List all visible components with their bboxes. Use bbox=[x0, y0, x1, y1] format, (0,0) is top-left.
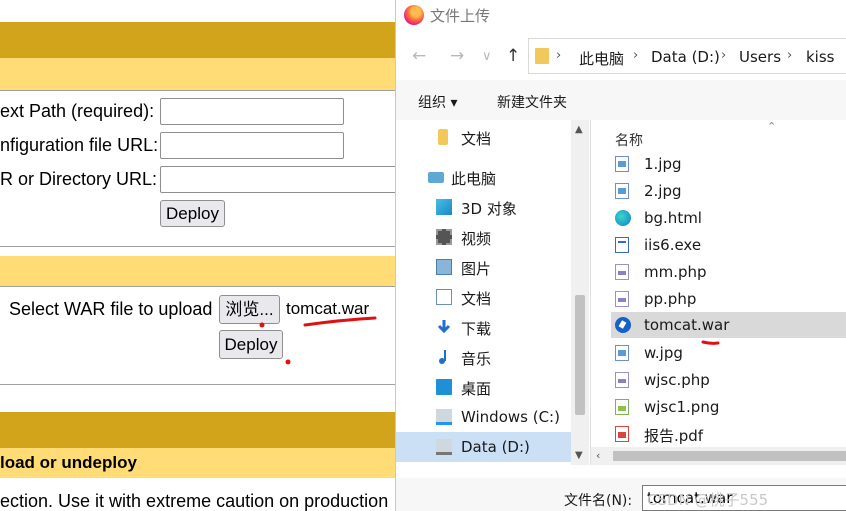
new-folder-button[interactable]: 新建文件夹 bbox=[497, 92, 567, 112]
drive-icon bbox=[436, 439, 452, 455]
nav-item-label: 下载 bbox=[461, 320, 492, 338]
nav-item-videos[interactable]: 视频 bbox=[396, 222, 571, 252]
nav-item-documents[interactable]: 文档 bbox=[396, 282, 571, 312]
folder-icon bbox=[438, 129, 448, 145]
dialog-title: 文件上传 bbox=[430, 7, 491, 25]
desktop-icon bbox=[436, 379, 452, 395]
filename-label: 文件名(N): bbox=[564, 493, 633, 509]
scroll-left-icon[interactable]: ‹ bbox=[596, 449, 600, 462]
breadcrumb-separator-icon: › bbox=[633, 48, 639, 63]
breadcrumb-this-pc[interactable]: 此电脑 bbox=[579, 48, 624, 69]
firefox-logo-icon bbox=[404, 5, 424, 25]
filename-input[interactable]: tomcat.war CSDN @桃子555 bbox=[642, 485, 846, 511]
scrollbar-thumb[interactable] bbox=[613, 451, 846, 461]
nav-item-label: 音乐 bbox=[461, 350, 492, 368]
nav-item-this-pc[interactable]: 此电脑 bbox=[396, 162, 571, 192]
breadcrumb-users[interactable]: Users bbox=[739, 48, 781, 66]
folder-icon bbox=[535, 48, 549, 64]
3d-objects-icon bbox=[436, 199, 452, 215]
nav-item-label: 3D 对象 bbox=[461, 200, 517, 218]
nav-item-downloads[interactable]: 下载 bbox=[396, 312, 571, 342]
nav-item-3d-objects[interactable]: 3D 对象 bbox=[396, 192, 571, 222]
nav-item-label: 桌面 bbox=[461, 380, 492, 398]
nav-item-data-d[interactable]: Data (D:) bbox=[396, 432, 571, 462]
organize-menu[interactable]: 组织 ▾ bbox=[418, 92, 457, 112]
watermark: CSDN @桃子555 bbox=[647, 491, 769, 509]
nav-item-label: 文档 bbox=[461, 130, 492, 148]
nav-item-music[interactable]: 音乐 bbox=[396, 342, 571, 372]
download-icon bbox=[437, 320, 451, 334]
drive-icon bbox=[436, 409, 452, 425]
breadcrumb-separator-icon: › bbox=[787, 48, 793, 63]
nav-item-label: Windows (C:) bbox=[461, 408, 560, 426]
nav-item-desktop[interactable]: 桌面 bbox=[396, 372, 571, 402]
breadcrumb-kiss[interactable]: kiss bbox=[806, 48, 834, 66]
command-bar: 组织 ▾ 新建文件夹 bbox=[396, 80, 846, 120]
navigation-bar: ← → ∨ ↑ › 此电脑 › Data (D:) › Users › kiss bbox=[396, 38, 846, 74]
back-arrow-icon[interactable]: ← bbox=[412, 46, 426, 66]
breadcrumb-data-d[interactable]: Data (D:) bbox=[651, 48, 720, 66]
scroll-up-icon[interactable]: ▲ bbox=[575, 124, 583, 135]
nav-item-windows-c[interactable]: Windows (C:) bbox=[396, 402, 571, 432]
music-icon bbox=[439, 350, 446, 364]
nav-item-pictures[interactable]: 图片 bbox=[396, 252, 571, 282]
address-bar[interactable]: › 此电脑 › Data (D:) › Users › kiss bbox=[528, 38, 846, 74]
scroll-down-icon[interactable]: ▼ bbox=[575, 450, 583, 461]
computer-icon bbox=[428, 172, 444, 183]
nav-item-label: Data (D:) bbox=[461, 438, 530, 456]
nav-pane-scrollbar[interactable]: ▲ ▼ bbox=[571, 120, 589, 465]
documents-icon bbox=[436, 289, 452, 305]
nav-item-documents-quick[interactable]: 文档 bbox=[396, 122, 571, 152]
up-arrow-icon[interactable]: ↑ bbox=[506, 46, 520, 66]
nav-item-label: 此电脑 bbox=[451, 170, 497, 188]
file-list-horizontal-scrollbar[interactable]: ‹ bbox=[591, 447, 846, 465]
forward-arrow-icon[interactable]: → bbox=[450, 46, 464, 66]
pictures-icon bbox=[436, 259, 452, 275]
red-annotation-mark bbox=[701, 340, 720, 345]
recent-locations-chevron-icon[interactable]: ∨ bbox=[482, 49, 492, 64]
breadcrumb-separator-icon: › bbox=[556, 48, 562, 63]
nav-item-label: 视频 bbox=[461, 230, 492, 248]
scrollbar-thumb[interactable] bbox=[575, 295, 585, 415]
red-annotation-marks bbox=[259, 316, 377, 365]
nav-item-label: 图片 bbox=[461, 260, 492, 278]
nav-item-label: 文档 bbox=[461, 290, 492, 308]
file-upload-dialog: 文件上传 ← → ∨ ↑ › 此电脑 › Data (D:) › Users ›… bbox=[395, 0, 846, 511]
file-list: 名称 ⌃ 1.jpg 2.jpg bg.html iis6.exe mm.php… bbox=[611, 120, 846, 465]
video-icon bbox=[436, 229, 452, 245]
filename-bar: 文件名(N): tomcat.war CSDN @桃子555 bbox=[396, 478, 846, 511]
dialog-titlebar: 文件上传 bbox=[396, 0, 846, 30]
breadcrumb-separator-icon: › bbox=[721, 48, 727, 63]
navigation-pane: 文档 此电脑 3D 对象 视频 图片 文档 下载 音乐 桌面 Windows (… bbox=[396, 120, 591, 465]
